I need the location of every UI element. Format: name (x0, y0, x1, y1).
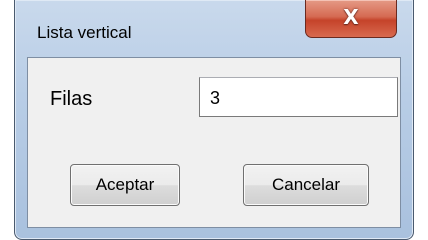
dialog-window: Lista vertical X Filas Aceptar Cancelar (14, 0, 414, 240)
window-title: Lista vertical (37, 23, 132, 42)
dialog-body: Filas Aceptar Cancelar (27, 57, 401, 228)
rows-input[interactable] (199, 77, 398, 117)
cancel-button[interactable]: Cancelar (243, 164, 369, 206)
rows-label: Filas (50, 88, 93, 110)
close-icon: X (343, 5, 359, 29)
cancel-button-label: Cancelar (271, 175, 341, 194)
accept-button-label: Aceptar (95, 175, 155, 194)
close-button[interactable]: X (305, 0, 397, 38)
title-bar[interactable]: Lista vertical X (15, 0, 413, 56)
accept-button[interactable]: Aceptar (70, 164, 180, 206)
